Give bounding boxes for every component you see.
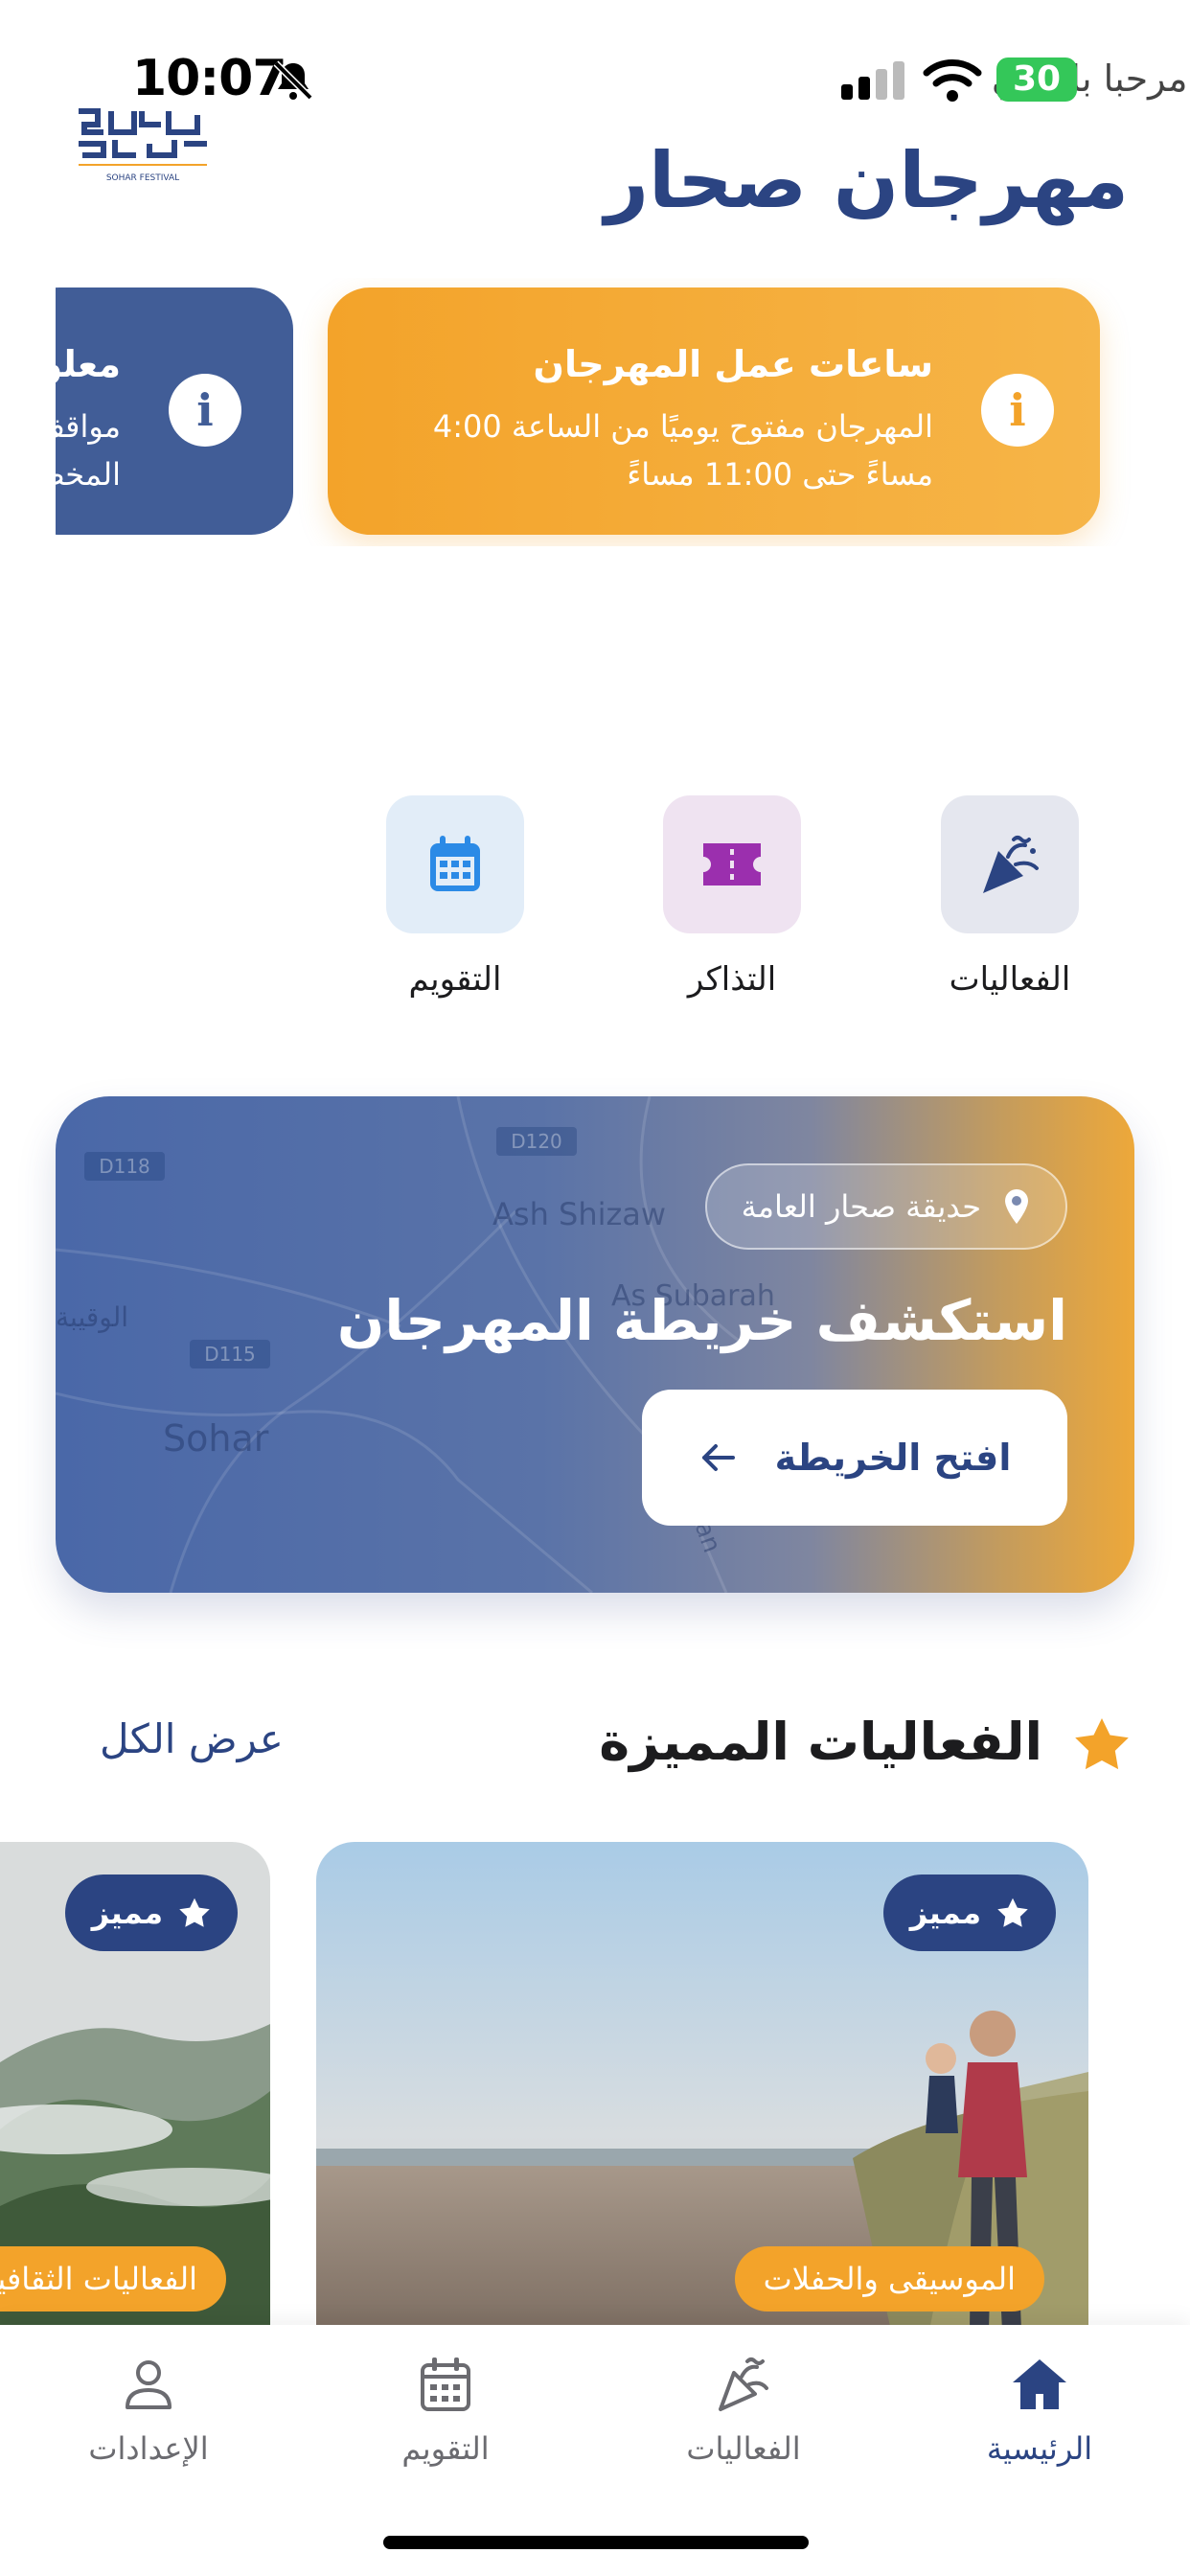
category-badge: الموسيقى والحفلات — [734, 2246, 1044, 2312]
cellular-signal-icon — [841, 61, 904, 100]
nav-item-home[interactable]: الرئيسية — [934, 2354, 1145, 2467]
map-label-sohar: Sohar — [163, 1417, 269, 1460]
event-card-music[interactable]: مميز الموسيقى والحفلات — [316, 1842, 1088, 2331]
info-card-line-2: مساءً حتى 11:00 مساءً — [627, 456, 933, 493]
featured-badge: مميز — [882, 1874, 1056, 1951]
nav-item-label: التقويم — [401, 2430, 490, 2467]
ticket-icon — [703, 843, 761, 886]
event-card-cultural[interactable]: مميز الفعاليات الثقافية — [0, 1842, 270, 2331]
info-card-description: المهرجان مفتوح يوميًا من الساعة 4:00 مسا… — [358, 402, 933, 498]
arrow-left-icon — [701, 1444, 735, 1471]
map-label-d120: D120 — [511, 1130, 562, 1153]
page-title: مهرجان صحار — [605, 136, 1129, 225]
quick-action-events-box — [941, 795, 1079, 933]
calendar-icon — [430, 836, 480, 891]
festival-map-card[interactable]: D118 D120 D115 Ash Shizaw As Subarah Soh… — [56, 1096, 1134, 1593]
map-location-pill: حديقة صحار العامة — [704, 1163, 1067, 1250]
info-card-title: معلومات — [56, 343, 121, 385]
festival-logo: SOHAR FESTIVAL — [79, 108, 207, 183]
location-pin-icon — [1005, 1189, 1028, 1224]
info-card-line-1: مواقف — [56, 408, 121, 445]
nav-item-calendar[interactable]: التقويم — [340, 2354, 551, 2467]
person-icon — [126, 2360, 172, 2409]
info-card-line-1: المهرجان مفتوح يوميًا من الساعة 4:00 — [432, 408, 933, 445]
status-time: 10:07 — [132, 50, 287, 107]
featured-badge: مميز — [64, 1874, 238, 1951]
star-icon — [179, 1898, 210, 1927]
open-map-button-label: افتح الخريطة — [774, 1437, 1012, 1479]
logo-text: SOHAR FESTIVAL — [106, 173, 179, 183]
info-icon: i — [981, 374, 1054, 447]
info-card-opening-hours[interactable]: i ساعات عمل المهرجان المهرجان مفتوح يومي… — [328, 288, 1100, 535]
nav-item-events[interactable]: الفعاليات — [638, 2354, 849, 2467]
quick-action-tickets[interactable]: التذاكر — [663, 795, 801, 999]
info-card-line-2: المخصصة — [56, 456, 121, 493]
map-label-d115: D115 — [204, 1343, 256, 1366]
info-card-description: مواقف المخصصة — [56, 402, 121, 498]
view-all-link[interactable]: عرض الكل — [100, 1715, 284, 1762]
map-location-text: حديقة صحار العامة — [741, 1188, 981, 1225]
home-indicator[interactable] — [383, 2536, 809, 2549]
info-icon: i — [169, 374, 241, 447]
calendar-icon — [421, 2358, 470, 2411]
info-card-title: ساعات عمل المهرجان — [533, 343, 933, 385]
nav-item-settings[interactable]: الإعدادات — [43, 2354, 254, 2467]
featured-badge-label: مميز — [909, 1895, 981, 1931]
quick-action-tickets-box — [663, 795, 801, 933]
info-card-parking[interactable]: i معلومات مواقف المخصصة — [56, 288, 293, 535]
featured-badge-label: مميز — [91, 1895, 163, 1931]
map-label-ash-shizaw: Ash Shizaw — [492, 1196, 666, 1232]
star-icon — [1075, 1718, 1129, 1770]
party-popper-icon — [719, 2358, 768, 2411]
quick-action-calendar[interactable]: التقويم — [386, 795, 524, 999]
home-icon — [1013, 2359, 1066, 2409]
info-cards-carousel[interactable]: i ساعات عمل المهرجان المهرجان مفتوح يومي… — [56, 278, 1134, 546]
wifi-icon — [923, 59, 982, 102]
quick-action-label: التقويم — [408, 960, 502, 999]
nav-item-label: الرئيسية — [986, 2430, 1093, 2467]
party-popper-icon — [983, 836, 1039, 893]
star-icon — [997, 1898, 1028, 1927]
map-card-title: استكشف خريطة المهرجان — [336, 1288, 1067, 1353]
quick-action-calendar-box — [386, 795, 524, 933]
open-map-button[interactable]: افتح الخريطة — [642, 1390, 1067, 1526]
quick-action-label: التذاكر — [687, 960, 777, 999]
nav-item-label: الفعاليات — [686, 2430, 801, 2467]
quick-action-events[interactable]: الفعاليات — [941, 795, 1079, 999]
featured-section-title: الفعاليات المميزة — [599, 1712, 1042, 1772]
battery-indicator: 30 — [996, 58, 1077, 102]
nav-item-label: الإعدادات — [88, 2430, 209, 2467]
bell-muted-icon — [273, 60, 313, 101]
map-label-alwaqibah: الوقيبة — [56, 1301, 128, 1333]
quick-action-label: الفعاليات — [949, 960, 1071, 999]
map-label-d118: D118 — [99, 1155, 150, 1178]
category-badge: الفعاليات الثقافية — [0, 2246, 226, 2312]
